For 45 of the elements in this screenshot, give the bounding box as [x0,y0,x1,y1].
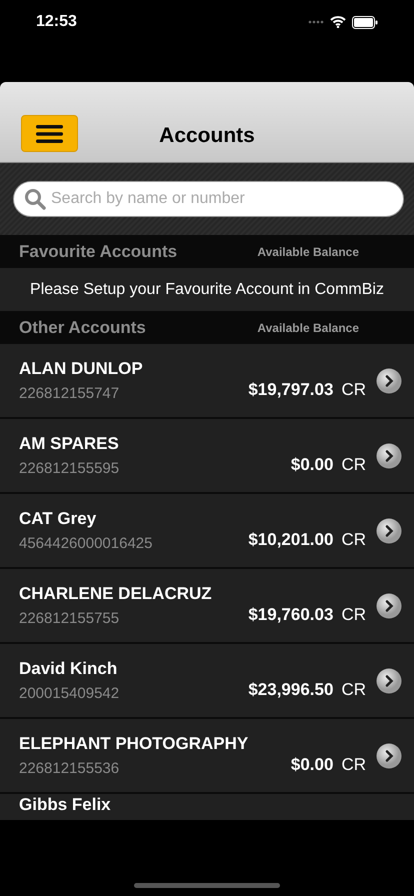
account-balance: $10,201.00 [248,530,334,550]
account-balance: $23,996.50 [248,680,334,700]
chevron-icon[interactable] [376,742,402,768]
balance-suffix: CR [341,530,366,550]
account-name: CAT Grey [19,509,98,529]
account-balance: $19,760.03 [248,605,334,625]
account-balance: $19,797.03 [248,380,334,400]
account-name: Gibbs Felix [19,796,112,815]
chevron-icon[interactable] [376,668,402,694]
account-number: 4564426000016425 [19,535,154,552]
wifi-icon [330,16,346,28]
account-name: David Kinch [19,659,118,679]
account-number: 226812155595 [19,460,120,477]
column-label: Available Balance [257,320,359,334]
account-name: ELEPHANT PHOTOGRAPHY [19,734,250,754]
chevron-icon[interactable] [376,368,402,394]
chevron-icon[interactable] [376,518,402,544]
column-label: Available Balance [257,244,359,258]
section-title: Other Accounts [19,318,146,338]
account-number: 200015409542 [19,685,120,702]
balance-suffix: CR [341,755,366,775]
account-name: CHARLENE DELACRUZ [19,584,213,604]
balance-suffix: CR [341,380,366,400]
menu-icon [36,124,63,144]
menu-button[interactable] [21,115,78,152]
search-field[interactable]: Search by name or number [13,181,404,217]
balance-suffix: CR [341,680,366,700]
page-title: Accounts [159,124,255,148]
balance-suffix: CR [341,605,366,625]
account-number: 226812155755 [19,610,120,627]
signal-icon [308,20,324,24]
battery-icon [352,16,378,28]
section-title: Favourite Accounts [19,242,178,262]
account-balance: $0.00 [290,755,334,775]
setup-message: Please Setup your Favourite Account in CommBiz [30,280,384,298]
account-name: AM SPARES [19,434,120,454]
balance-suffix: CR [341,455,366,475]
account-balance: $0.00 [290,455,334,475]
chevron-icon[interactable] [376,592,402,618]
account-name: ALAN DUNLOP [19,359,144,379]
chevron-icon[interactable] [376,442,402,468]
search-icon [24,188,46,210]
account-number: 226812155536 [19,760,120,777]
status-time: 12:53 [36,13,77,31]
account-number: 226812155747 [19,385,120,402]
